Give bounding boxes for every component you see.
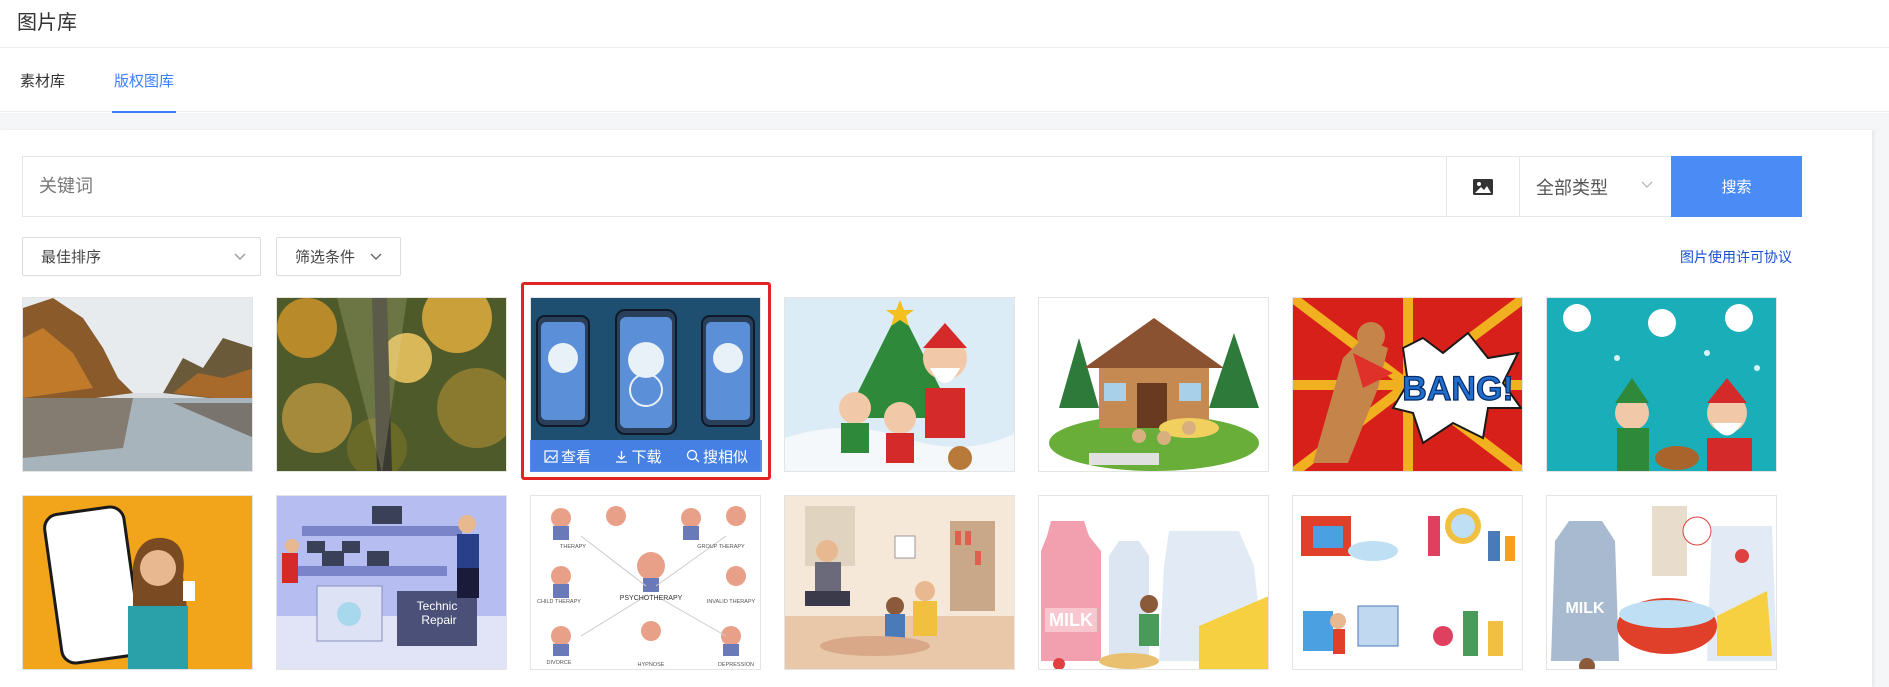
image-thumbnail[interactable]: MILK — [1038, 495, 1269, 670]
keyword-input[interactable] — [23, 157, 1446, 216]
image-search-button[interactable] — [1446, 157, 1519, 216]
woman-with-phone-image — [23, 496, 252, 669]
image-thumbnail[interactable] — [1292, 495, 1523, 670]
type-select[interactable]: 全部类型 — [1519, 157, 1671, 216]
image-thumbnail[interactable] — [22, 297, 253, 472]
image-thumbnail[interactable] — [784, 495, 1015, 670]
image-thumbnail[interactable] — [22, 495, 253, 670]
christmas-santa-tree-image — [785, 298, 1014, 471]
sort-dropdown-label: 最佳排序 — [41, 248, 102, 266]
milk-breakfast-image: MILK — [1547, 496, 1776, 669]
group-therapy-label: GROUP THERAPY — [697, 544, 745, 550]
milk-text: MILK — [1565, 600, 1605, 617]
christmas-elf-santa-image — [1547, 298, 1776, 471]
image-thumbnail[interactable] — [1038, 297, 1269, 472]
download-label: 下载 — [631, 447, 662, 466]
chevron-down-icon — [234, 253, 246, 260]
download-button[interactable]: 下载 — [615, 446, 662, 467]
milk-text: MILK — [1049, 610, 1093, 630]
hypnose-label: HYPNOSE — [638, 662, 665, 668]
psychotherapy-label: PSYCHOTHERAPY — [620, 595, 683, 602]
therapy-label: THERAPY — [560, 544, 586, 550]
repair-text: Repair — [421, 613, 456, 627]
download-icon — [616, 450, 628, 463]
depression-label: DEPRESSION — [718, 662, 754, 668]
image-thumbnail[interactable] — [276, 297, 507, 472]
child-therapy-label: CHILD THERAPY — [537, 599, 581, 605]
filter-conditions-dropdown[interactable]: 筛选条件 — [276, 237, 401, 276]
image-thumbnail[interactable]: MILK — [1546, 495, 1777, 670]
view-label: 查看 — [561, 447, 592, 466]
image-icon — [544, 449, 558, 463]
chevron-down-icon — [370, 253, 382, 260]
view-button[interactable]: 查看 — [544, 446, 591, 467]
sort-dropdown[interactable]: 最佳排序 — [22, 237, 261, 276]
search-icon — [686, 449, 700, 463]
autumn-lake-image — [23, 298, 252, 471]
milk-cheese-image: MILK — [1039, 496, 1268, 669]
type-select-value: 全部类型 — [1536, 177, 1608, 199]
image-thumbnail[interactable]: THERAPY GROUP THERAPY CHILD THERAPY INVA… — [530, 495, 761, 670]
license-agreement-link[interactable]: 图片使用许可协议 — [1680, 247, 1792, 267]
image-thumbnail[interactable] — [1546, 297, 1777, 472]
image-thumbnail[interactable]: Technic Repair — [276, 495, 507, 670]
bang-superhero-dog-image: BANG! — [1293, 298, 1522, 471]
invalid-therapy-label: INVALID THERAPY — [707, 599, 756, 605]
search-similar-button[interactable]: 搜相似 — [686, 446, 748, 467]
autumn-forest-road-image — [277, 298, 506, 471]
bang-text: BANG! — [1402, 370, 1513, 408]
page-header: 图片库 — [0, 0, 1889, 48]
search-button[interactable]: 搜索 — [1671, 156, 1802, 217]
divorce-label: DIVORCE — [546, 660, 571, 666]
psychotherapy-infographic-image: THERAPY GROUP THERAPY CHILD THERAPY INVA… — [531, 496, 760, 669]
bathroom-cosmetics-image — [1293, 496, 1522, 669]
tab-copyright-library[interactable]: 版权图库 — [111, 70, 177, 114]
tab-bar: 素材库 版权图库 — [0, 48, 1889, 114]
therapy-session-image — [785, 496, 1014, 669]
page-title: 图片库 — [17, 10, 77, 34]
image-thumbnail[interactable]: BANG! — [1292, 297, 1523, 472]
search-bar: 全部类型 搜索 — [22, 156, 1802, 217]
chevron-down-icon — [1641, 181, 1653, 188]
search-similar-label: 搜相似 — [702, 447, 748, 466]
image-thumbnail[interactable] — [784, 297, 1015, 472]
filter-conditions-label: 筛选条件 — [295, 248, 356, 266]
technic-repair-shop-image: Technic Repair — [277, 496, 506, 669]
tab-material-library[interactable]: 素材库 — [20, 70, 65, 112]
image-icon — [1473, 178, 1493, 195]
thumbnail-action-bar: 查看 下载 搜相似 — [530, 440, 762, 472]
technic-text: Technic — [417, 599, 458, 613]
log-cabin-pugs-image — [1039, 298, 1268, 471]
